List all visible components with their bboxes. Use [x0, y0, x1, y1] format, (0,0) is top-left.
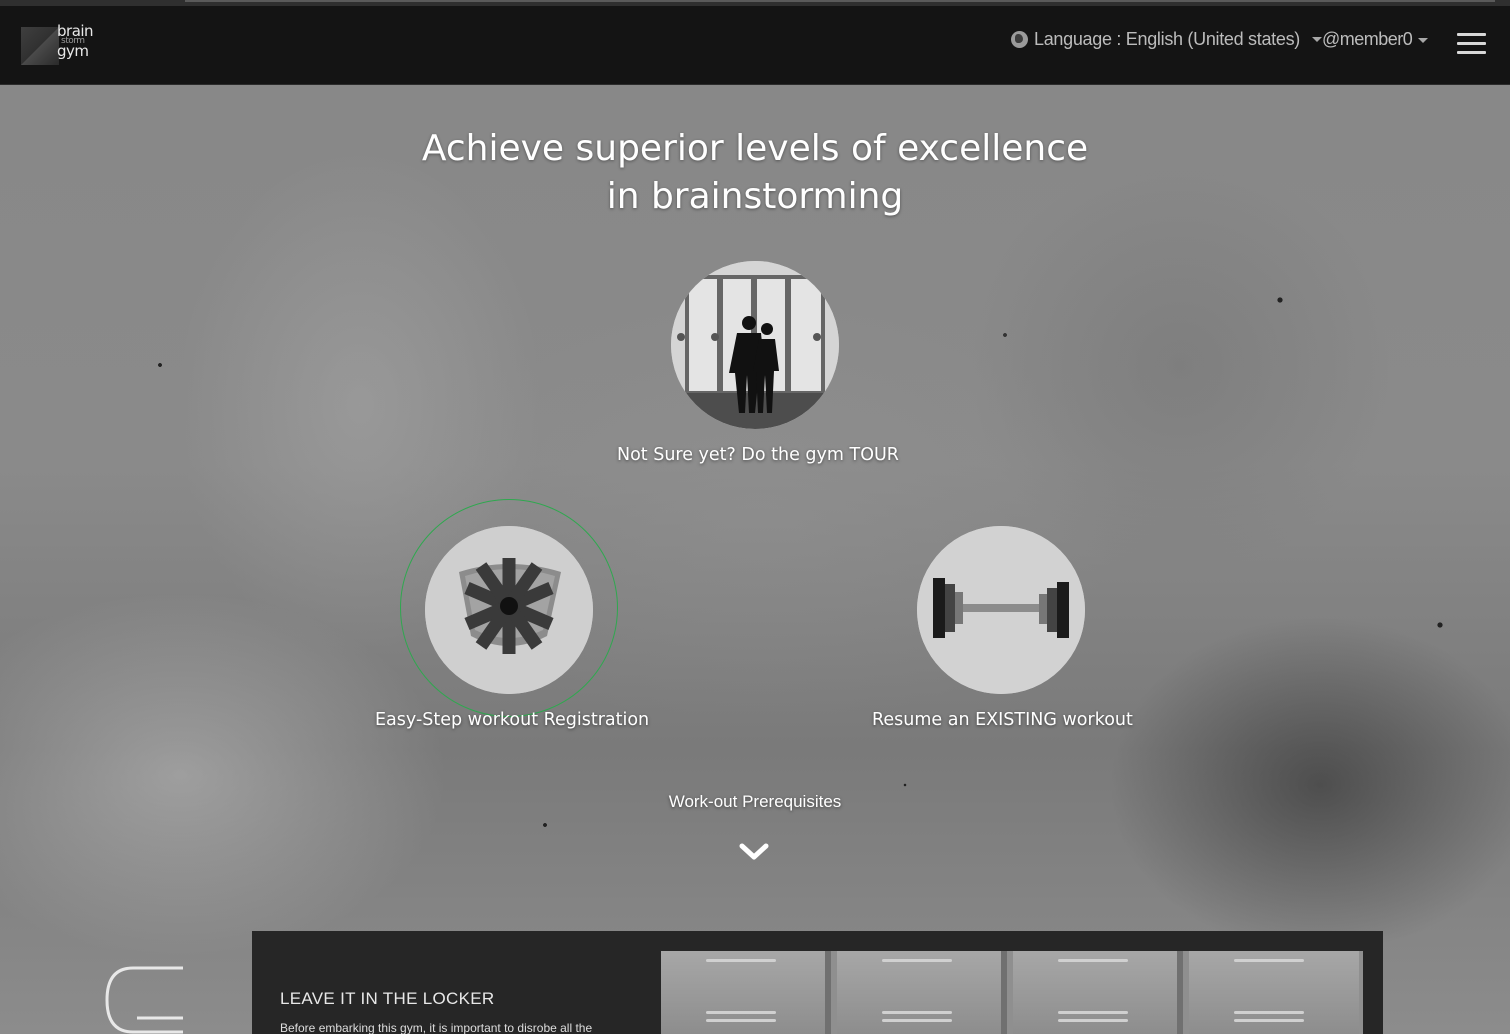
section-decoration-icon — [105, 966, 183, 1034]
dumbbell-icon — [917, 526, 1085, 694]
user-label: @member0 — [1322, 29, 1413, 49]
gym-tour-button[interactable] — [671, 261, 839, 429]
gym-tour-label[interactable]: Not Sure yet? Do the gym TOUR — [617, 445, 899, 465]
prerequisites-label[interactable]: Work-out Prerequisites — [0, 792, 1510, 812]
locker-silhouette-icon — [671, 261, 839, 429]
globe-icon — [1011, 31, 1028, 48]
resume-workout-label[interactable]: Resume an EXISTING workout — [872, 710, 1133, 730]
hero-headline: Achieve superior levels of excellence in… — [421, 128, 1089, 217]
language-label: Language : English (United states) — [1034, 29, 1300, 49]
registration-label[interactable]: Easy-Step workout Registration — [375, 710, 649, 730]
top-navbar: brain storm gym Language : English (Unit… — [0, 6, 1510, 85]
language-selector[interactable]: Language : English (United states) — [1011, 29, 1322, 50]
user-menu[interactable]: @member0 — [1322, 29, 1429, 50]
brain-gear-icon — [425, 526, 593, 694]
registration-button[interactable] — [425, 526, 593, 694]
chevron-down-icon — [1418, 37, 1429, 43]
locker-section: LEAVE IT IN THE LOCKER Before embarking … — [252, 931, 1383, 1034]
locker-section-title: LEAVE IT IN THE LOCKER — [280, 989, 495, 1008]
chevron-down-icon — [1311, 37, 1322, 42]
lockers-image — [661, 951, 1363, 1034]
logo-wordmark: brain storm gym — [57, 22, 94, 60]
resume-workout-button[interactable] — [917, 526, 1085, 694]
logo-mark-icon — [21, 27, 59, 65]
chevron-down-icon[interactable] — [739, 842, 769, 862]
hamburger-menu-icon[interactable] — [1457, 33, 1486, 55]
locker-section-text: Before embarking this gym, it is importa… — [280, 1021, 593, 1034]
hero-section: Achieve superior levels of excellence in… — [0, 85, 1510, 1034]
brainstorm-gym-logo[interactable]: brain storm gym — [21, 22, 98, 65]
